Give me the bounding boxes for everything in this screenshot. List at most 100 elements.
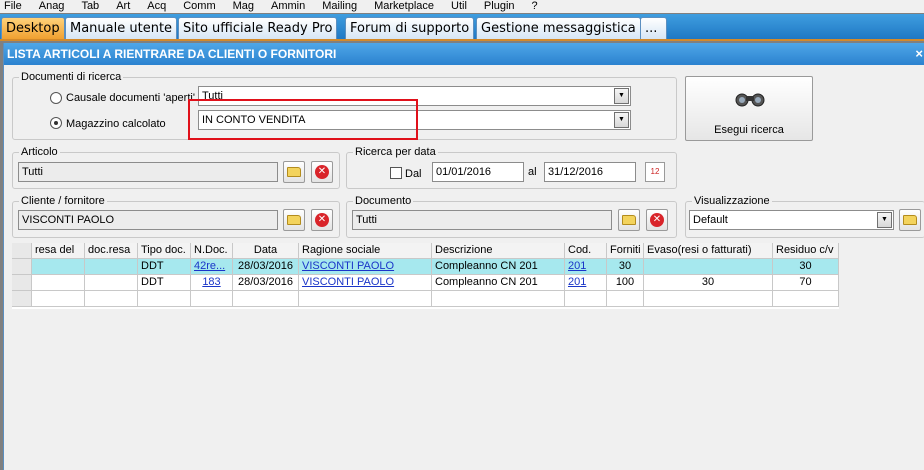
menu-file[interactable]: File bbox=[0, 0, 22, 13]
menu-comm[interactable]: Comm bbox=[179, 0, 215, 13]
row-selector[interactable] bbox=[12, 291, 32, 307]
col-descrizione[interactable]: Descrizione bbox=[432, 243, 565, 259]
cell-ragione-sociale[interactable]: VISCONTI PAOLO bbox=[299, 275, 432, 291]
cell-n-doc[interactable]: 183 bbox=[191, 275, 233, 291]
col-data[interactable]: Data bbox=[233, 243, 299, 259]
dal-label: Dal bbox=[405, 168, 422, 180]
menu-ammin[interactable]: Ammin bbox=[267, 0, 305, 13]
cell-residuo: 30 bbox=[773, 259, 839, 275]
highlight-box bbox=[188, 99, 418, 140]
results-table: resa del doc.resa Tipo doc. N.Doc. Data … bbox=[12, 243, 839, 309]
folder-icon bbox=[287, 167, 301, 177]
tab-forum-supporto[interactable]: Forum di supporto bbox=[345, 17, 475, 39]
menu-mag[interactable]: Mag bbox=[229, 0, 254, 13]
ragione-sociale-link[interactable]: VISCONTI PAOLO bbox=[302, 260, 394, 272]
cell-empty bbox=[32, 291, 85, 307]
cod-link[interactable]: 201 bbox=[568, 276, 586, 288]
search-button[interactable]: Esegui ricerca bbox=[685, 76, 813, 141]
close-icon[interactable]: × bbox=[915, 43, 923, 65]
cell-empty bbox=[138, 291, 191, 307]
documento-clear-button[interactable]: ✕ bbox=[646, 209, 668, 231]
menu-art[interactable]: Art bbox=[112, 0, 130, 13]
cell-resa-del bbox=[32, 259, 85, 275]
menu-acq[interactable]: Acq bbox=[143, 0, 166, 13]
documento-field[interactable]: Tutti bbox=[352, 210, 612, 230]
chevron-down-icon[interactable]: ▼ bbox=[877, 212, 892, 228]
cell-tipo-doc: DDT bbox=[138, 259, 191, 275]
cell-n-doc[interactable]: 42re... bbox=[191, 259, 233, 275]
dal-date-input[interactable]: 01/01/2016 bbox=[432, 162, 524, 182]
tab-more[interactable]: ... bbox=[640, 17, 667, 39]
menu-mailing[interactable]: Mailing bbox=[318, 0, 357, 13]
dal-date-value: 01/01/2016 bbox=[436, 166, 492, 178]
articolo-field[interactable]: Tutti bbox=[18, 162, 278, 182]
cell-cod[interactable]: 201 bbox=[565, 275, 607, 291]
al-date-value: 31/12/2016 bbox=[548, 166, 604, 178]
al-date-input[interactable]: 31/12/2016 bbox=[544, 162, 636, 182]
col-resa-del[interactable]: resa del bbox=[32, 243, 85, 259]
calendar-icon[interactable]: 12 bbox=[645, 162, 665, 182]
menu-util[interactable]: Util bbox=[447, 0, 467, 13]
cell-ragione-sociale[interactable]: VISCONTI PAOLO bbox=[299, 259, 432, 275]
dal-checkbox[interactable] bbox=[390, 167, 402, 179]
visualizzazione-select[interactable]: Default ▼ bbox=[689, 210, 894, 230]
documento-value: Tutti bbox=[356, 214, 377, 226]
articolo-browse-button[interactable] bbox=[283, 161, 305, 183]
ragione-sociale-link[interactable]: VISCONTI PAOLO bbox=[302, 276, 394, 288]
cell-evaso: 30 bbox=[644, 275, 773, 291]
cliente-browse-button[interactable] bbox=[283, 209, 305, 231]
cell-empty bbox=[644, 291, 773, 307]
cliente-clear-button[interactable]: ✕ bbox=[311, 209, 333, 231]
n-doc-link[interactable]: 42re... bbox=[194, 260, 225, 272]
table-row[interactable]: DDT 42re... 28/03/2016 VISCONTI PAOLO Co… bbox=[12, 259, 839, 275]
col-cod[interactable]: Cod. bbox=[565, 243, 607, 259]
table-row-empty[interactable] bbox=[12, 291, 839, 307]
row-selector[interactable] bbox=[12, 275, 32, 291]
cell-cod[interactable]: 201 bbox=[565, 259, 607, 275]
chevron-down-icon[interactable]: ▼ bbox=[614, 112, 629, 128]
cell-empty bbox=[191, 291, 233, 307]
magazzino-radio[interactable] bbox=[50, 117, 62, 129]
chevron-down-icon[interactable]: ▼ bbox=[614, 88, 629, 104]
menu-help[interactable]: ? bbox=[528, 0, 538, 13]
causale-label: Causale documenti 'aperti' bbox=[66, 92, 195, 104]
col-evaso[interactable]: Evaso(resi o fatturati) bbox=[644, 243, 773, 259]
articolo-clear-button[interactable]: ✕ bbox=[311, 161, 333, 183]
tab-sito-ufficiale[interactable]: Sito ufficiale Ready Pro bbox=[178, 17, 338, 39]
cod-link[interactable]: 201 bbox=[568, 260, 586, 272]
menu-tab[interactable]: Tab bbox=[77, 0, 99, 13]
cliente-field[interactable]: VISCONTI PAOLO bbox=[18, 210, 278, 230]
cell-forniti: 30 bbox=[607, 259, 644, 275]
clear-icon: ✕ bbox=[315, 165, 329, 179]
cliente-label: Cliente / fornitore bbox=[19, 194, 107, 208]
tab-desktop[interactable]: Desktop bbox=[1, 17, 65, 39]
row-selector[interactable] bbox=[12, 259, 32, 275]
menu-marketplace[interactable]: Marketplace bbox=[370, 0, 434, 13]
visualizzazione-value: Default bbox=[693, 214, 728, 226]
tab-manuale-utente[interactable]: Manuale utente bbox=[65, 17, 178, 39]
clear-icon: ✕ bbox=[650, 213, 664, 227]
n-doc-link[interactable]: 183 bbox=[202, 276, 220, 288]
menu-anag[interactable]: Anag bbox=[35, 0, 65, 13]
documento-browse-button[interactable] bbox=[618, 209, 640, 231]
folder-icon bbox=[903, 215, 917, 225]
col-ragione-sociale[interactable]: Ragione sociale bbox=[299, 243, 432, 259]
visualizzazione-browse-button[interactable] bbox=[899, 209, 921, 231]
search-button-label: Esegui ricerca bbox=[714, 124, 784, 136]
causale-radio[interactable] bbox=[50, 92, 62, 104]
menu-plugin[interactable]: Plugin bbox=[480, 0, 515, 13]
col-n-doc[interactable]: N.Doc. bbox=[191, 243, 233, 259]
window-title: LISTA ARTICOLI A RIENTRARE DA CLIENTI O … bbox=[7, 47, 337, 61]
col-forniti[interactable]: Forniti bbox=[607, 243, 644, 259]
menu-bar: File Anag Tab Art Acq Comm Mag Ammin Mai… bbox=[0, 0, 924, 13]
col-doc-resa[interactable]: doc.resa bbox=[85, 243, 138, 259]
cell-empty bbox=[607, 291, 644, 307]
articolo-value: Tutti bbox=[22, 166, 43, 178]
articolo-label: Articolo bbox=[19, 145, 60, 159]
col-residuo[interactable]: Residuo c/v bbox=[773, 243, 839, 259]
cell-data: 28/03/2016 bbox=[233, 259, 299, 275]
tab-gestione-messaggistica[interactable]: Gestione messaggistica bbox=[476, 17, 641, 39]
cell-empty bbox=[565, 291, 607, 307]
col-tipo-doc[interactable]: Tipo doc. bbox=[138, 243, 191, 259]
table-row[interactable]: DDT 183 28/03/2016 VISCONTI PAOLO Comple… bbox=[12, 275, 839, 291]
